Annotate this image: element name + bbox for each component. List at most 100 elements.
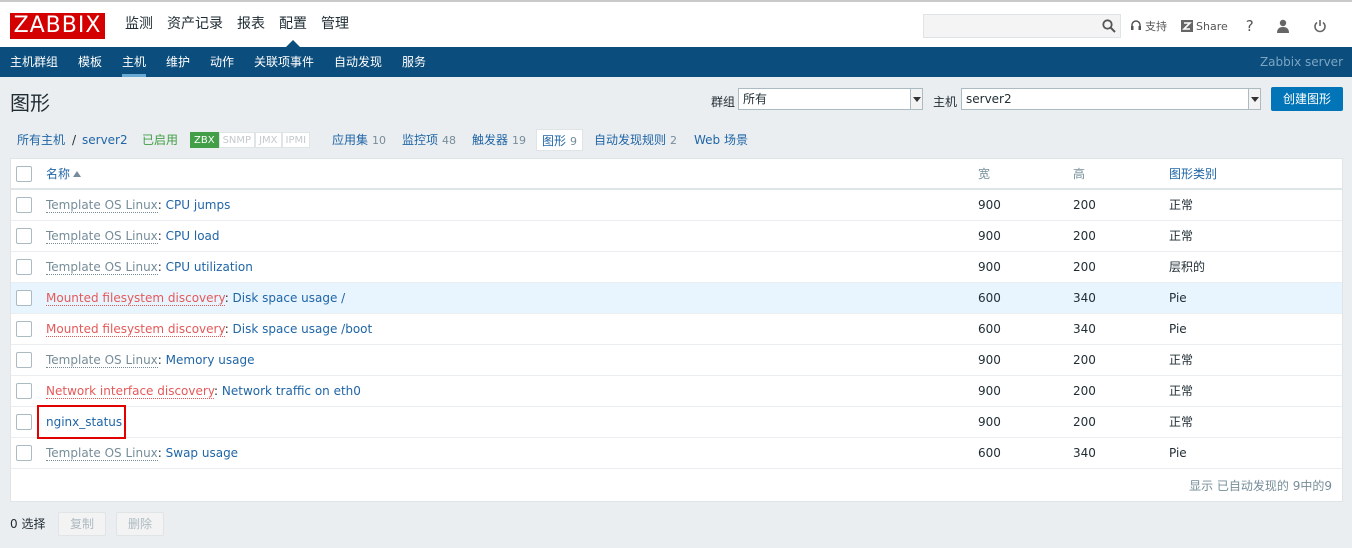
- graph-name-cell: Mounted filesystem discovery: Disk space…: [46, 283, 345, 314]
- zabbix-logo[interactable]: ZABBIX: [10, 13, 105, 39]
- graph-name-link[interactable]: CPU load: [166, 229, 220, 243]
- tab-graphs[interactable]: 图形 9: [536, 129, 584, 151]
- search-input[interactable]: [923, 14, 1121, 38]
- logout-link[interactable]: [1313, 19, 1330, 33]
- server-name: Zabbix server: [1259, 55, 1343, 69]
- support-link[interactable]: 支持: [1130, 18, 1167, 34]
- graph-name-link[interactable]: Memory usage: [166, 353, 255, 367]
- table-row: Template OS Linux: CPU utilization 900 200…: [11, 252, 1342, 283]
- column-name-label: 名称: [46, 167, 71, 181]
- host-status[interactable]: 已启用: [142, 129, 178, 151]
- graph-name-link[interactable]: Disk space usage /boot: [233, 322, 373, 336]
- all-hosts-link[interactable]: 所有主机: [17, 129, 65, 151]
- discovery-rule-link[interactable]: Mounted filesystem discovery: [46, 291, 225, 306]
- row-checkbox[interactable]: [16, 321, 32, 337]
- host-select[interactable]: server2: [961, 88, 1261, 110]
- graph-height-cell: 340: [1073, 446, 1096, 460]
- graph-name-cell: Template OS Linux: Swap usage: [46, 438, 238, 469]
- menu-inventory[interactable]: 资产记录: [160, 2, 230, 47]
- copy-button[interactable]: 复制: [58, 512, 106, 536]
- nav-actions[interactable]: 动作: [210, 47, 234, 77]
- nav-maintenance[interactable]: 维护: [166, 47, 190, 77]
- nav-services[interactable]: 服务: [402, 47, 426, 77]
- graph-name-link[interactable]: Disk space usage /: [233, 291, 346, 305]
- graph-name-link[interactable]: Swap usage: [166, 446, 238, 460]
- menu-administration[interactable]: 管理: [314, 2, 356, 47]
- template-link[interactable]: Template OS Linux: [46, 353, 158, 368]
- tab-items[interactable]: 监控项 48: [402, 129, 456, 151]
- help-icon: ?: [1245, 17, 1254, 35]
- column-width: 宽: [978, 167, 991, 181]
- host-select-value: server2: [966, 92, 1012, 106]
- share-link[interactable]: Share: [1181, 20, 1228, 33]
- column-name[interactable]: 名称: [46, 159, 82, 190]
- nav-templates[interactable]: 模板: [78, 47, 102, 77]
- name-separator: :: [157, 260, 166, 274]
- snmp-badge: SNMP: [218, 132, 256, 148]
- graph-type-cell: Pie: [1169, 446, 1187, 460]
- tab-count: 19: [512, 134, 527, 147]
- nav-discovery[interactable]: 自动发现: [334, 47, 382, 77]
- graph-name-link[interactable]: CPU utilization: [166, 260, 253, 274]
- chevron-down-icon: [910, 89, 922, 109]
- template-link[interactable]: Template OS Linux: [46, 198, 158, 213]
- nav-correlation[interactable]: 关联项事件: [254, 47, 314, 77]
- host-label: 主机: [933, 95, 958, 109]
- table-row: Template OS Linux: CPU jumps 900 200 正常: [11, 190, 1342, 221]
- template-link[interactable]: Template OS Linux: [46, 260, 158, 275]
- graph-name-cell: Template OS Linux: CPU jumps: [46, 190, 230, 221]
- graph-width-cell: 600: [978, 446, 1001, 460]
- select-all-checkbox[interactable]: [16, 166, 32, 182]
- share-label: Share: [1196, 19, 1228, 33]
- template-link[interactable]: Template OS Linux: [46, 446, 158, 461]
- header-tools: 支持 Share ?: [1130, 14, 1344, 38]
- row-checkbox[interactable]: [16, 414, 32, 430]
- headset-icon: [1131, 20, 1141, 30]
- graph-width-cell: 900: [978, 353, 1001, 367]
- menu-reports[interactable]: 报表: [230, 2, 272, 47]
- tab-triggers[interactable]: 触发器 19: [472, 129, 526, 151]
- host-link[interactable]: server2: [82, 129, 128, 151]
- row-checkbox[interactable]: [16, 383, 32, 399]
- nav-hosts[interactable]: 主机: [122, 47, 147, 77]
- graph-type-cell: 层积的: [1169, 260, 1206, 274]
- delete-button[interactable]: 删除: [116, 512, 164, 536]
- tab-applications[interactable]: 应用集 10: [332, 129, 386, 151]
- profile-link[interactable]: [1276, 19, 1293, 33]
- tab-discovery-rules[interactable]: 自动发现规则 2: [594, 129, 677, 151]
- table-row: nginx_status 900 200 正常: [11, 407, 1342, 438]
- help-link[interactable]: ?: [1246, 17, 1254, 35]
- menu-configuration[interactable]: 配置: [272, 2, 314, 47]
- group-select[interactable]: 所有: [738, 88, 923, 110]
- ipmi-badge: IPMI: [281, 132, 311, 148]
- column-graph-type[interactable]: 图形类别: [1169, 159, 1217, 190]
- graphs-table: 名称 宽 高 图形类别 Template OS Linux: CPU jumps…: [10, 158, 1343, 502]
- menu-monitoring[interactable]: 监测: [118, 2, 160, 47]
- selected-count: 0 选择: [10, 517, 46, 531]
- tab-web-scenarios[interactable]: Web 场景: [694, 129, 748, 151]
- row-checkbox[interactable]: [16, 445, 32, 461]
- row-checkbox[interactable]: [16, 259, 32, 275]
- discovery-rule-link[interactable]: Network interface discovery: [46, 384, 215, 399]
- search-icon[interactable]: [1102, 19, 1116, 33]
- graph-width-cell: 900: [978, 415, 1001, 429]
- row-checkbox[interactable]: [16, 197, 32, 213]
- user-icon: [1276, 19, 1289, 33]
- graph-type-cell: Pie: [1169, 322, 1187, 336]
- discovery-rule-link[interactable]: Mounted filesystem discovery: [46, 322, 225, 337]
- availability-badges: ZBX SNMP JMX IPMI: [190, 132, 311, 148]
- graph-name-link[interactable]: Network traffic on eth0: [222, 384, 361, 398]
- graph-width-cell: 900: [978, 260, 1001, 274]
- row-checkbox[interactable]: [16, 290, 32, 306]
- graph-name-link[interactable]: CPU jumps: [166, 198, 231, 212]
- row-checkbox[interactable]: [16, 352, 32, 368]
- row-checkbox[interactable]: [16, 228, 32, 244]
- tab-label: 自动发现规则: [594, 133, 667, 147]
- nav-host-groups[interactable]: 主机群组: [10, 47, 58, 77]
- power-icon: [1313, 20, 1326, 33]
- graph-type-cell: 正常: [1169, 198, 1194, 212]
- graph-type-cell: 正常: [1169, 353, 1194, 367]
- create-graph-button[interactable]: 创建图形: [1271, 87, 1343, 111]
- template-link[interactable]: Template OS Linux: [46, 229, 158, 244]
- graph-name-cell: Template OS Linux: CPU load: [46, 221, 220, 252]
